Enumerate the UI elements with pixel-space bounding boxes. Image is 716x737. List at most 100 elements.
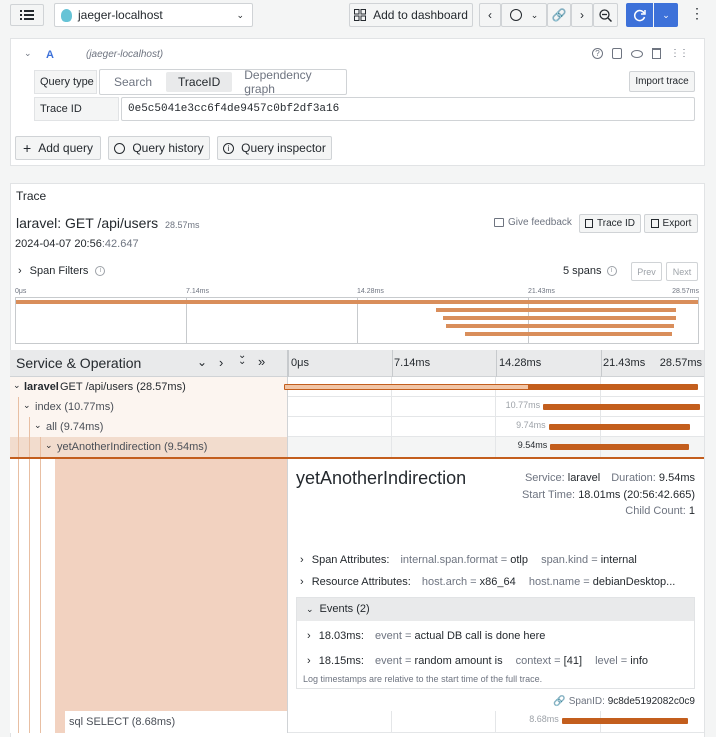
- span-lane: [284, 377, 704, 397]
- trace-date-seconds: :42.647: [101, 238, 139, 250]
- span-filters-toggle[interactable]: › Span Filters i: [18, 265, 106, 277]
- collapse-all-icon[interactable]: ⌄ ⌄: [238, 351, 246, 367]
- copy-icon: [585, 219, 594, 228]
- span-row[interactable]: sql SELECT (8.68ms) 8.68ms: [10, 711, 704, 733]
- eye-icon[interactable]: [631, 50, 643, 58]
- attr-key: host.name: [528, 576, 581, 588]
- event-row[interactable]: › 18.15ms: event = random amount is cont…: [307, 655, 658, 667]
- span-lane: 8.68ms: [288, 711, 704, 733]
- span-operation: GET /api/users (28.57ms): [60, 381, 186, 393]
- event-row[interactable]: › 18.03ms: event = actual DB call is don…: [307, 630, 545, 642]
- span-row-selected[interactable]: ⌄ yetAnotherIndirection (9.54ms) 9.54ms: [10, 437, 704, 459]
- minimap-tick: 28.57ms: [672, 288, 699, 295]
- timeline-tick: 0μs: [291, 357, 309, 369]
- chevron-down-icon[interactable]: ⌄: [23, 400, 31, 411]
- chevron-down-icon: ⌄: [530, 9, 539, 20]
- menu-toggle-button[interactable]: [10, 4, 44, 26]
- collapse-one-icon[interactable]: ⌄: [197, 355, 207, 369]
- time-forward-button[interactable]: 🔗: [547, 3, 571, 27]
- resource-attributes-row[interactable]: › Resource Attributes: host.arch = x86_6…: [300, 576, 685, 588]
- event-time: 18.03ms:: [318, 630, 364, 642]
- history-icon: [114, 142, 126, 154]
- span-bar[interactable]: [550, 444, 690, 450]
- refresh-button[interactable]: [626, 3, 653, 27]
- span-service: laravel: [24, 381, 59, 393]
- add-query-button[interactable]: + Add query: [15, 136, 101, 160]
- expand-all-icon[interactable]: »: [258, 354, 265, 369]
- event-key: event: [375, 630, 402, 642]
- span-bar[interactable]: [543, 404, 700, 410]
- span-row[interactable]: ⌄ laravel GET /api/users (28.57ms): [10, 377, 704, 397]
- span-operation: yetAnotherIndirection (9.54ms): [57, 441, 208, 453]
- give-feedback-link[interactable]: Give feedback: [494, 217, 572, 228]
- menu-icon: [20, 10, 34, 20]
- start-value: 18.01ms (20:56:42.665): [578, 488, 695, 501]
- span-filters-label: Span Filters: [29, 265, 89, 277]
- service-value: laravel: [567, 472, 601, 484]
- query-type-search[interactable]: Search: [102, 72, 164, 92]
- span-row[interactable]: ⌄ all (9.74ms) 9.74ms: [10, 417, 704, 437]
- datasource-picker[interactable]: jaeger-localhost ⌄: [54, 3, 253, 27]
- span-attributes-row[interactable]: › Span Attributes: internal.span.format …: [300, 554, 647, 566]
- timeline-tick: 14.28ms: [499, 357, 542, 369]
- trace-id-input[interactable]: 0e5c5041e3cc6f4de9457c0bf2df3a16: [121, 97, 695, 121]
- span-detail: yetAnotherIndirection Service: laravel D…: [288, 459, 704, 711]
- span-bar[interactable]: [284, 384, 698, 390]
- more-options-icon[interactable]: ⋮: [690, 6, 704, 20]
- chevron-right-icon: ›: [300, 576, 304, 588]
- chevron-down-icon: ⌄: [662, 9, 670, 20]
- trace-id-btn-label: Trace ID: [597, 218, 635, 229]
- span-row[interactable]: ⌄ index (10.77ms) 10.77ms: [10, 397, 704, 417]
- export-button[interactable]: Export: [644, 214, 698, 233]
- expand-one-icon[interactable]: ›: [219, 355, 223, 370]
- log-note: Log timestamps are relative to the start…: [303, 674, 543, 684]
- duplicate-icon[interactable]: [612, 48, 622, 59]
- drag-handle-icon[interactable]: ⋮⋮: [670, 48, 689, 59]
- span-bar-label: 10.77ms: [505, 400, 541, 410]
- trash-icon[interactable]: [652, 48, 661, 59]
- add-to-dashboard-button[interactable]: Add to dashboard: [349, 3, 473, 27]
- events-header[interactable]: ⌄ Events (2): [297, 598, 694, 621]
- refresh-interval-button[interactable]: ⌄: [654, 3, 678, 27]
- query-history-button[interactable]: Query history: [108, 136, 210, 160]
- event-key: event: [375, 655, 402, 667]
- minimap[interactable]: 0μs 7.14ms 14.28ms 21.43ms 28.57ms: [15, 288, 699, 344]
- query-type-radio-group: Search TraceID Dependency graph: [99, 68, 347, 96]
- import-trace-button[interactable]: Import trace: [629, 71, 695, 92]
- chevron-down-icon[interactable]: ⌄: [45, 440, 53, 451]
- collapse-query-icon[interactable]: ⌄: [24, 48, 32, 59]
- trace-id-button[interactable]: Trace ID: [579, 214, 641, 233]
- timeline-tick: 7.14ms: [394, 357, 431, 369]
- chevron-down-icon[interactable]: ⌄: [34, 420, 42, 431]
- chevron-right-icon: ›: [307, 630, 311, 642]
- attr-key: span.kind: [541, 554, 589, 566]
- query-ref[interactable]: A: [46, 49, 54, 61]
- span-bar[interactable]: [561, 718, 689, 724]
- timeline-tick: 21.43ms: [603, 357, 646, 369]
- span-bar[interactable]: [548, 424, 691, 430]
- prev-match-button[interactable]: Prev: [631, 262, 662, 281]
- attr-key: internal.span.format: [400, 554, 498, 566]
- query-type-dependency-graph[interactable]: Dependency graph: [234, 65, 344, 99]
- service-operation-header: Service & Operation: [16, 355, 142, 371]
- time-back-button[interactable]: ‹: [479, 3, 501, 27]
- time-picker-button[interactable]: ⌄: [501, 3, 547, 27]
- chevron-down-icon[interactable]: ⌄: [13, 380, 21, 391]
- chevron-right-icon: ›: [307, 655, 311, 667]
- link-icon: 🔗: [553, 696, 566, 707]
- zoom-out-button[interactable]: [593, 3, 618, 27]
- span-id[interactable]: 🔗 SpanID: 9c8de5192082c0c9: [553, 696, 695, 707]
- chevron-left-icon: ‹: [488, 8, 492, 22]
- next-match-button[interactable]: Next: [666, 262, 698, 281]
- dashboard-icon: [354, 9, 367, 21]
- query-type-traceid[interactable]: TraceID: [166, 72, 233, 92]
- info-icon: i: [606, 266, 617, 276]
- event-key: level: [595, 655, 618, 667]
- minimap-canvas: [15, 297, 699, 344]
- link-icon: 🔗: [551, 8, 567, 22]
- span-detail-gutter: [10, 459, 288, 711]
- help-icon[interactable]: ?: [592, 48, 603, 59]
- query-inspector-button[interactable]: i Query inspector: [217, 136, 332, 160]
- time-shift-forward-button[interactable]: ›: [571, 3, 593, 27]
- refresh-icon: [633, 9, 646, 21]
